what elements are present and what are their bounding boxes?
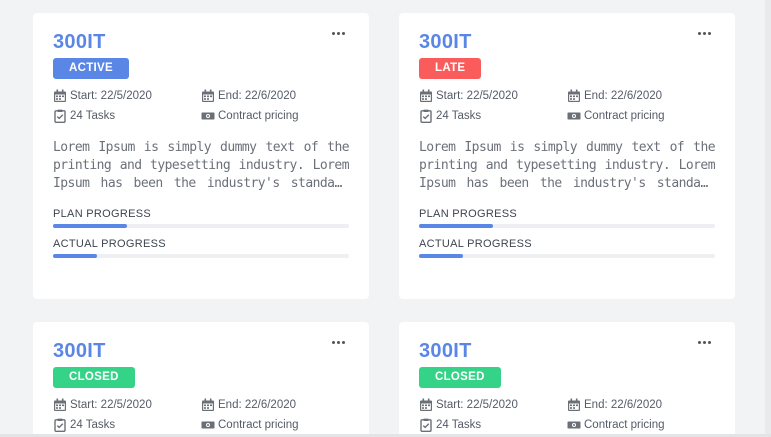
tasks-count: 24 Tasks: [419, 418, 567, 432]
pricing-text: Contract pricing: [218, 110, 299, 122]
calendar-icon: [54, 398, 66, 411]
actual-progress-fill: [53, 254, 98, 258]
dates-row: Start: 22/5/2020 End: 22/6/2020: [419, 398, 715, 412]
clipboard-check-icon: [420, 418, 432, 432]
money-icon: [567, 112, 581, 120]
more-options-icon[interactable]: [695, 336, 713, 348]
pricing-text: Contract pricing: [584, 419, 665, 431]
project-description: Lorem Ipsum is simply dummy text of the …: [419, 140, 715, 191]
tasks-text: 24 Tasks: [70, 110, 116, 122]
info-row: 24 Tasks Contract pricing: [53, 109, 349, 123]
clipboard-check-icon: [54, 418, 66, 432]
calendar-icon: [54, 89, 66, 102]
plan-progress-label: PLAN PROGRESS: [419, 208, 518, 220]
start-date: Start: 22/5/2020: [53, 398, 201, 412]
actual-progress-bar: [53, 254, 349, 258]
project-title[interactable]: 300IT: [53, 31, 349, 53]
calendar-icon: [568, 398, 580, 411]
pricing-text: Contract pricing: [218, 419, 299, 431]
status-badge: ACTIVE: [53, 58, 129, 79]
status-badge: CLOSED: [419, 367, 501, 388]
pricing: Contract pricing: [567, 418, 715, 432]
calendar-icon: [420, 89, 432, 102]
project-card[interactable]: 300IT CLOSED Start: 22/5/2020 End: 22/6/…: [399, 322, 735, 437]
actual-progress-fill: [419, 254, 464, 258]
start-date: Start: 22/5/2020: [53, 89, 201, 103]
tasks-text: 24 Tasks: [436, 419, 482, 431]
actual-progress-bar: [419, 254, 715, 258]
tasks-text: 24 Tasks: [436, 110, 482, 122]
calendar-icon: [420, 398, 432, 411]
plan-progress-fill: [419, 224, 493, 228]
start-date-text: Start: 22/5/2020: [70, 399, 152, 411]
status-badge: CLOSED: [53, 367, 135, 388]
more-options-icon[interactable]: [695, 27, 713, 39]
end-date: End: 22/6/2020: [567, 89, 715, 103]
end-date-text: End: 22/6/2020: [218, 90, 297, 102]
info-row: 24 Tasks Contract pricing: [419, 109, 715, 123]
vertical-scrollbar[interactable]: [765, 0, 771, 437]
money-icon: [201, 112, 215, 120]
clipboard-check-icon: [420, 109, 432, 123]
status-badge: LATE: [419, 58, 482, 79]
pricing: Contract pricing: [201, 418, 349, 432]
start-date-text: Start: 22/5/2020: [436, 399, 518, 411]
end-date: End: 22/6/2020: [201, 398, 349, 412]
project-description: Lorem Ipsum is simply dummy text of the …: [53, 140, 349, 191]
pricing: Contract pricing: [567, 109, 715, 123]
start-date-text: Start: 22/5/2020: [436, 90, 518, 102]
end-date: End: 22/6/2020: [567, 398, 715, 412]
dates-row: Start: 22/5/2020 End: 22/6/2020: [53, 89, 349, 103]
tasks-count: 24 Tasks: [53, 109, 201, 123]
end-date-text: End: 22/6/2020: [218, 399, 297, 411]
more-options-icon[interactable]: [329, 27, 347, 39]
calendar-icon: [568, 89, 580, 102]
start-date: Start: 22/5/2020: [419, 398, 567, 412]
pricing-text: Contract pricing: [584, 110, 665, 122]
project-title[interactable]: 300IT: [53, 340, 349, 362]
project-title[interactable]: 300IT: [419, 31, 715, 53]
end-date: End: 22/6/2020: [201, 89, 349, 103]
project-card[interactable]: 300IT CLOSED Start: 22/5/2020 End: 22/6/…: [33, 322, 369, 437]
calendar-icon: [202, 398, 214, 411]
project-card[interactable]: 300IT LATE Start: 22/5/2020 End: 22/6/20…: [399, 13, 735, 299]
end-date-text: End: 22/6/2020: [584, 399, 663, 411]
start-date-text: Start: 22/5/2020: [70, 90, 152, 102]
info-row: 24 Tasks Contract pricing: [53, 418, 349, 432]
project-title[interactable]: 300IT: [419, 340, 715, 362]
plan-progress-bar: [419, 224, 715, 228]
end-date-text: End: 22/6/2020: [584, 90, 663, 102]
money-icon: [201, 421, 215, 429]
dates-row: Start: 22/5/2020 End: 22/6/2020: [419, 89, 715, 103]
plan-progress-label: PLAN PROGRESS: [53, 208, 152, 220]
project-card[interactable]: 300IT ACTIVE Start: 22/5/2020 End: 22/6/…: [33, 13, 369, 299]
clipboard-check-icon: [54, 109, 66, 123]
actual-progress-label: ACTUAL PROGRESS: [419, 238, 532, 250]
plan-progress-bar: [53, 224, 349, 228]
pricing: Contract pricing: [201, 109, 349, 123]
calendar-icon: [202, 89, 214, 102]
info-row: 24 Tasks Contract pricing: [419, 418, 715, 432]
plan-progress-fill: [53, 224, 127, 228]
money-icon: [567, 421, 581, 429]
tasks-count: 24 Tasks: [53, 418, 201, 432]
tasks-text: 24 Tasks: [70, 419, 116, 431]
dates-row: Start: 22/5/2020 End: 22/6/2020: [53, 398, 349, 412]
actual-progress-label: ACTUAL PROGRESS: [53, 238, 166, 250]
start-date: Start: 22/5/2020: [419, 89, 567, 103]
more-options-icon[interactable]: [329, 336, 347, 348]
tasks-count: 24 Tasks: [419, 109, 567, 123]
